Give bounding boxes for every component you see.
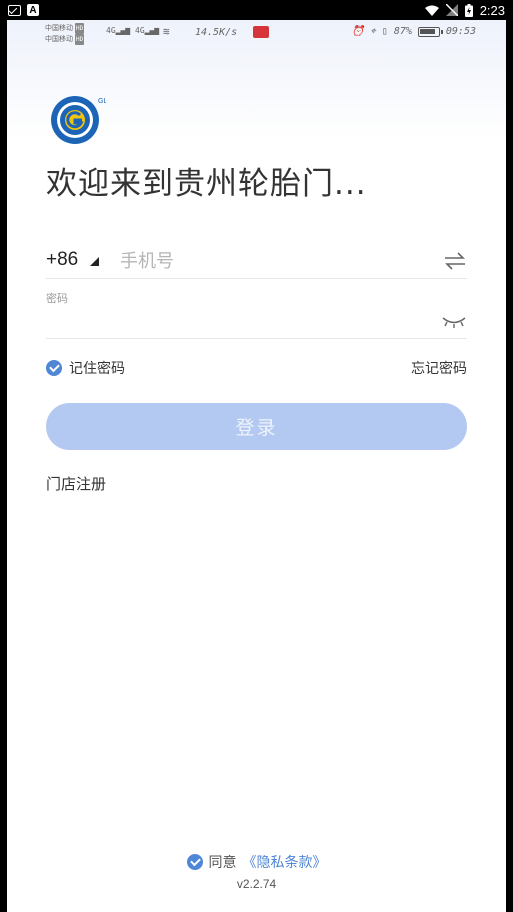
welcome-title: 欢迎来到贵州轮胎门... [46, 166, 367, 202]
privacy-terms-link[interactable]: 《隐私条款》 [243, 852, 327, 872]
agree-text: 同意 [208, 855, 237, 871]
net-speed: 14.5K/s [195, 27, 238, 38]
hd-badge-1: HD [75, 23, 85, 34]
app-version: v2.2.74 [236, 877, 277, 891]
location-icon: ⌖ [370, 26, 376, 37]
forgot-password-link[interactable]: 忘记密码 [411, 358, 467, 378]
signal-icon-1: 4G▂▄▆ [106, 26, 131, 35]
status-right: 2:23 [424, 2, 505, 18]
hd-badge-2: HD [75, 34, 85, 45]
svg-text:GL: GL [98, 98, 106, 105]
wifi-icon [424, 5, 439, 16]
alarm-icon: ⏰ [351, 26, 365, 37]
login-button[interactable]: 登录 [46, 403, 467, 450]
mail-notification-icon [8, 4, 21, 16]
wifi-small-icon: ≋ [163, 25, 170, 38]
battery-charging-icon [464, 3, 473, 17]
inner-status-bar: 中国移动 HD 中国移动 HD 4G▂▄▆ 4G▂▄▆ ≋ 14.5K/s ⏰ ⌖ … [7, 20, 506, 50]
remember-password-label: 记住密码 [69, 361, 125, 377]
inner-clock: 09:53 [445, 26, 476, 37]
app-notification-icon [253, 26, 269, 38]
battery-icon [417, 26, 443, 37]
swap-arrows-icon[interactable] [443, 251, 467, 271]
text-notification-icon: A [27, 4, 39, 16]
country-code-dropdown-icon[interactable] [90, 257, 99, 266]
agreement-row: 同意 《隐私条款》 [7, 852, 506, 872]
store-register-link[interactable]: 门店注册 [46, 473, 106, 494]
device-status-bar: A 2:23 [0, 0, 513, 20]
carrier-name-2: 中国移动 [45, 35, 73, 43]
brand-logo: GL [51, 96, 106, 144]
net-type-1: 4G [106, 26, 116, 35]
carrier-info: 中国移动 HD 中国移动 HD [45, 23, 85, 45]
carrier-name-1: 中国移动 [45, 24, 73, 32]
signal-icon-2: 4G▂▄▆ [135, 26, 160, 35]
battery-percent: 87% [393, 26, 412, 37]
phone-input[interactable] [120, 245, 420, 277]
app-screen: 中国移动 HD 中国移动 HD 4G▂▄▆ 4G▂▄▆ ≋ 14.5K/s ⏰ ⌖ … [7, 20, 506, 912]
phone-field-row: +86 [46, 245, 467, 279]
device-clock: 2:23 [479, 2, 505, 18]
password-label: 密码 [46, 292, 68, 305]
remember-password-toggle[interactable]: 记住密码 [46, 358, 125, 378]
password-input[interactable] [46, 307, 426, 337]
no-signal-icon [445, 4, 458, 16]
eye-closed-icon[interactable] [441, 315, 467, 329]
country-code[interactable]: +86 [46, 249, 78, 271]
agree-check-icon[interactable] [186, 854, 203, 870]
inner-status-right: ⏰ ⌖ ▯ 87% 09:53 [352, 26, 476, 37]
status-left: A [8, 4, 39, 16]
check-circle-icon[interactable] [46, 360, 62, 376]
password-field-row [46, 305, 467, 339]
vibrate-icon: ▯ [381, 26, 388, 37]
net-type-2: 4G [135, 26, 145, 35]
